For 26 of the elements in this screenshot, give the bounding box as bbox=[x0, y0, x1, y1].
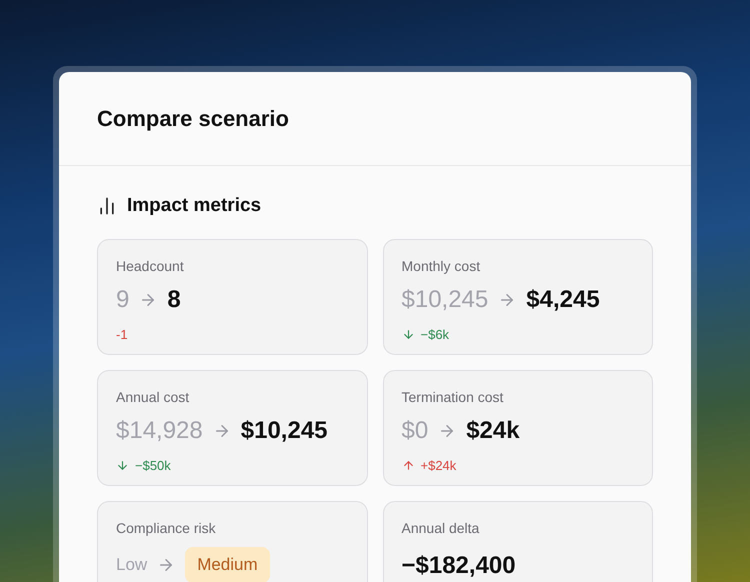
previous-value: Low bbox=[116, 554, 148, 576]
metric-label: Compliance risk bbox=[116, 519, 217, 538]
arrow-down-icon bbox=[116, 459, 129, 472]
previous-value: $14,928 bbox=[116, 416, 203, 446]
metric-label: Termination cost bbox=[402, 388, 504, 407]
previous-value: $0 bbox=[402, 416, 428, 446]
previous-value: 9 bbox=[116, 285, 130, 315]
arrow-down-icon bbox=[402, 328, 414, 342]
risk-badge: Medium bbox=[185, 547, 270, 582]
previous-value: $10,245 bbox=[402, 285, 488, 315]
arrow-up-icon bbox=[402, 459, 414, 472]
delta-text: −$50k bbox=[135, 457, 171, 475]
metric-label: Monthly cost bbox=[402, 257, 482, 276]
delta-text: +$24k bbox=[420, 457, 456, 475]
delta-text: −$6k bbox=[420, 326, 450, 344]
new-value: 8 bbox=[167, 285, 181, 315]
new-value: $24k bbox=[466, 416, 520, 446]
dialog-title: Compare scenario bbox=[97, 105, 289, 133]
metric-label: Annual delta bbox=[402, 519, 480, 538]
new-value: $4,245 bbox=[526, 285, 600, 315]
delta-text: -1 bbox=[116, 326, 128, 344]
section-title: Impact metrics bbox=[127, 194, 262, 218]
new-value: $10,245 bbox=[240, 416, 328, 446]
metric-value: −$182,400 bbox=[402, 552, 516, 579]
metric-label: Headcount bbox=[116, 257, 185, 276]
metric-label: Annual cost bbox=[116, 388, 190, 407]
